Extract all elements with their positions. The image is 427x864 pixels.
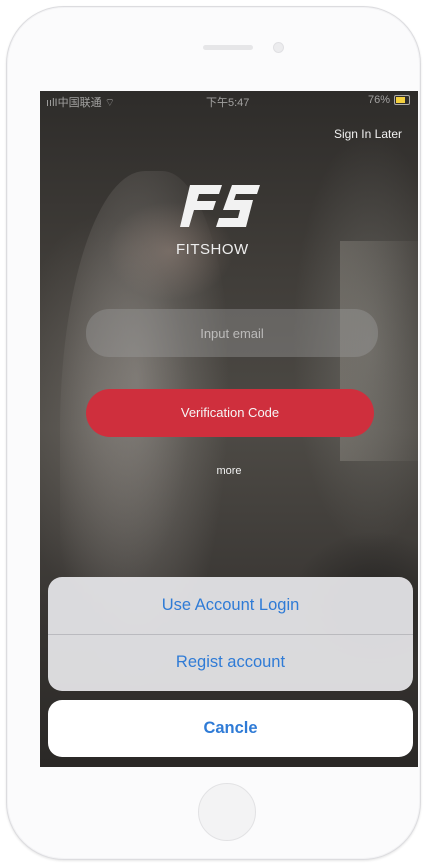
sign-in-later-link[interactable]: Sign In Later	[334, 127, 402, 141]
battery-percent: 76%	[367, 94, 390, 106]
home-button[interactable]	[198, 783, 256, 841]
phone-frame: ıılI中国联通 ⌔ 下午5:47 76% Sign In Later FITS…	[6, 6, 421, 860]
use-account-login-button[interactable]: Use Account Login	[48, 577, 413, 634]
action-sheet-options: Use Account Login Regist account	[48, 577, 413, 691]
front-camera	[273, 42, 284, 53]
status-bar: ıılI中国联通 ⌔ 下午5:47 76%	[40, 91, 418, 109]
email-input[interactable]	[86, 309, 378, 357]
login-screen: ıılI中国联通 ⌔ 下午5:47 76% Sign In Later FITS…	[40, 91, 418, 767]
carrier-signal: ıılI中国联通 ⌔	[46, 97, 116, 109]
earpiece-speaker	[203, 45, 253, 50]
status-right: 76%	[368, 94, 410, 106]
brand-name: FITSHOW	[176, 241, 249, 258]
regist-account-button[interactable]: Regist account	[48, 634, 413, 691]
fs-logo-icon	[180, 185, 260, 227]
cancel-button[interactable]: Cancle	[48, 700, 413, 757]
verification-code-button[interactable]: Verification Code	[86, 389, 374, 437]
status-time: 下午5:47	[206, 97, 250, 109]
more-link[interactable]: more	[40, 465, 418, 477]
battery-icon	[394, 95, 410, 105]
